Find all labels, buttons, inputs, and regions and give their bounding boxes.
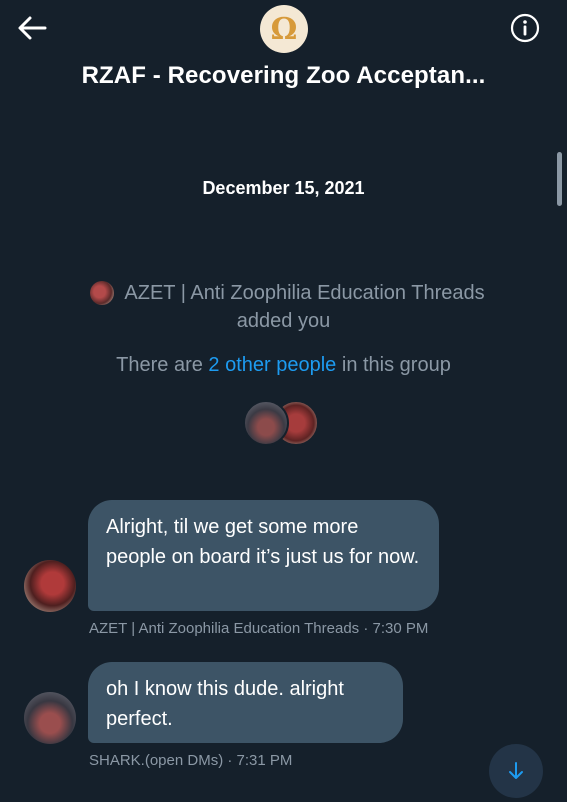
scroll-down-button[interactable] [489,744,543,798]
info-icon [510,13,540,43]
back-button[interactable] [14,12,50,44]
adder-name: AZET | Anti Zoophilia Education Threads [124,282,485,304]
message-meta: SHARK.(open DMs) · 7:31 PM [89,752,293,769]
date-divider: December 15, 2021 [202,178,365,198]
arrow-down-icon [509,762,523,779]
conversation-title[interactable]: RZAF - Recovering Zoo Acceptan... [0,62,567,90]
group-members-info: There are 2 other people in this group [0,354,567,377]
message-bubble[interactable]: Alright, til we get some more people on … [88,500,439,611]
group-info-prefix: There are [116,354,209,376]
adder-avatar[interactable] [90,281,115,305]
message-bubble[interactable]: oh I know this dude. alright perfect. [88,662,403,743]
sender-avatar[interactable] [24,692,76,744]
sender-avatar[interactable] [24,560,76,612]
info-button[interactable] [509,12,541,44]
group-avatar[interactable]: Ω [260,5,308,53]
member-avatars[interactable] [243,400,323,448]
omega-icon: Ω [270,11,298,47]
other-people-link[interactable]: 2 other people [208,354,336,376]
group-info-suffix: in this group [336,354,451,376]
added-text: added you [236,310,331,332]
message-meta: AZET | Anti Zoophilia Education Threads … [89,620,429,637]
avatar[interactable] [243,400,289,446]
added-notice: AZET | Anti Zoophilia Education Threads … [0,279,567,335]
arrow-left-icon [18,16,47,40]
